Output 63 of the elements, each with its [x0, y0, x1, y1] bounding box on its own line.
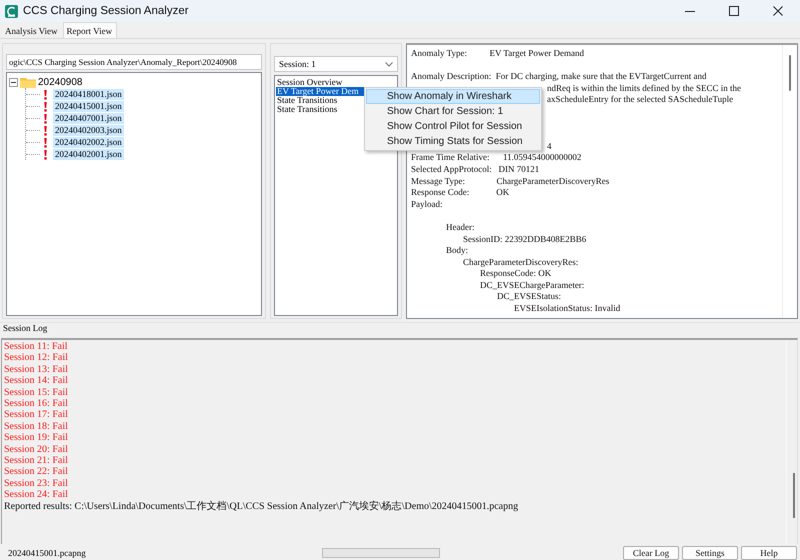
view-tab[interactable]: Analysis View	[1, 23, 63, 38]
menu-item[interactable]: Show Anomaly in Wireshark	[366, 89, 540, 104]
log-line: Session 21: Fail	[4, 455, 69, 466]
file-name: 20240415001.pcapng	[8, 548, 87, 558]
app-logo-icon	[5, 4, 18, 18]
detail-line: ResponseCode: OK	[480, 268, 552, 280]
detail-line: ndReq is within the limits defined by the SECC in the	[547, 82, 741, 93]
detail-line: SessionID: 22392DDB408E2BB6	[463, 234, 588, 246]
log-line: Session 18: Fail	[4, 420, 69, 432]
toolbar-button[interactable]: Help	[741, 546, 797, 560]
detail-line: Anomaly Type: EV Target Power Demand	[411, 48, 586, 60]
detail-line: 4	[547, 140, 552, 151]
detail-line: EVSEIsolationStatus: Invalid	[514, 303, 622, 315]
log-line: Session 24: Fail	[4, 489, 69, 501]
menu-item[interactable]: Show Control Pilot for Session	[366, 119, 540, 134]
detail-line: Header:	[446, 222, 476, 234]
menu-item[interactable]: Show Timing Stats for Session	[366, 134, 540, 149]
path-field[interactable]: ogic\CCS Charging Session Analyzer\Anomaly_Report\20240908	[6, 54, 262, 70]
folder-icon	[20, 76, 36, 88]
detail-line: axScheduleEntry for the selected SAScheduleTuple	[547, 94, 734, 104]
log-line: Session 22: Fail	[4, 466, 69, 478]
collapse-icon[interactable]	[9, 78, 18, 86]
log-line: Reported results: C:\Users\Linda\Documents\工作文档\QL\CCS Session Analyzer\广汽埃安\杨志\Demo\20240415001.pcapng	[4, 500, 520, 512]
detail-line: Frame Time Relative: 11.059454000000002	[411, 152, 582, 164]
log-line: Session 20: Fail	[4, 444, 69, 456]
log-line: Session 12: Fail	[4, 352, 69, 364]
close-icon[interactable]	[773, 6, 783, 16]
toolbar-button[interactable]: Settings	[682, 546, 738, 560]
scrollbar-thumb[interactable]	[793, 473, 795, 518]
file-item[interactable]: 20240418001.json	[53, 88, 124, 100]
log-line: Session 11: Fail	[4, 341, 69, 352]
folder-label[interactable]: 20240908	[38, 76, 82, 88]
detail-line: Selected AppProtocol: DIN 70121	[411, 164, 540, 176]
file-item[interactable]: 20240415001.json	[53, 100, 124, 112]
file-item[interactable]: 20240402002.json	[53, 136, 124, 148]
file-item[interactable]: 20240402001.json	[53, 148, 124, 160]
file-item[interactable]: 20240407001.json	[53, 112, 124, 124]
toolbar-button[interactable]: Clear Log	[623, 546, 679, 560]
detail-line: Anomaly Description: For DC charging, make sure that the EVTargetCurrent and	[411, 71, 708, 83]
menu-item[interactable]: Show Chart for Session: 1	[366, 104, 540, 119]
log-line: Session 23: Fail	[4, 478, 69, 490]
session-dropdown[interactable]: Session: 1	[274, 56, 398, 72]
detail-line: DC_EVSEChargeParameter:	[480, 280, 586, 292]
maximize-icon[interactable]	[729, 6, 739, 16]
log-line: Session 17: Fail	[4, 409, 69, 421]
log-line: Session 16: Fail	[4, 398, 69, 410]
log-line: Session 15: Fail	[4, 386, 69, 398]
detail-line: Message Type: ChargeParameterDiscoveryRes	[411, 176, 610, 188]
scrollbar-thumb[interactable]	[789, 55, 791, 91]
detail-line: Response Code: OK	[411, 187, 510, 199]
detail-line: Body:	[446, 245, 470, 257]
log-line: Session 19: Fail	[4, 432, 69, 444]
section-title: Session Log	[0, 322, 800, 338]
anomaly-item[interactable]: Session Overview	[276, 78, 396, 87]
file-item[interactable]: 20240402003.json	[53, 124, 124, 136]
log-line: Session 13: Fail	[4, 364, 69, 376]
view-tab[interactable]: Report View	[62, 22, 118, 38]
log-line: Session 14: Fail	[4, 375, 69, 387]
window-title: CCS Charging Session Analyzer	[23, 5, 189, 17]
chevron-down-icon	[385, 62, 393, 66]
detail-line: Payload:	[411, 198, 444, 210]
detail-line: DC_EVSEStatus:	[497, 291, 562, 304]
detail-line: ChargeParameterDiscoveryRes:	[463, 256, 580, 268]
